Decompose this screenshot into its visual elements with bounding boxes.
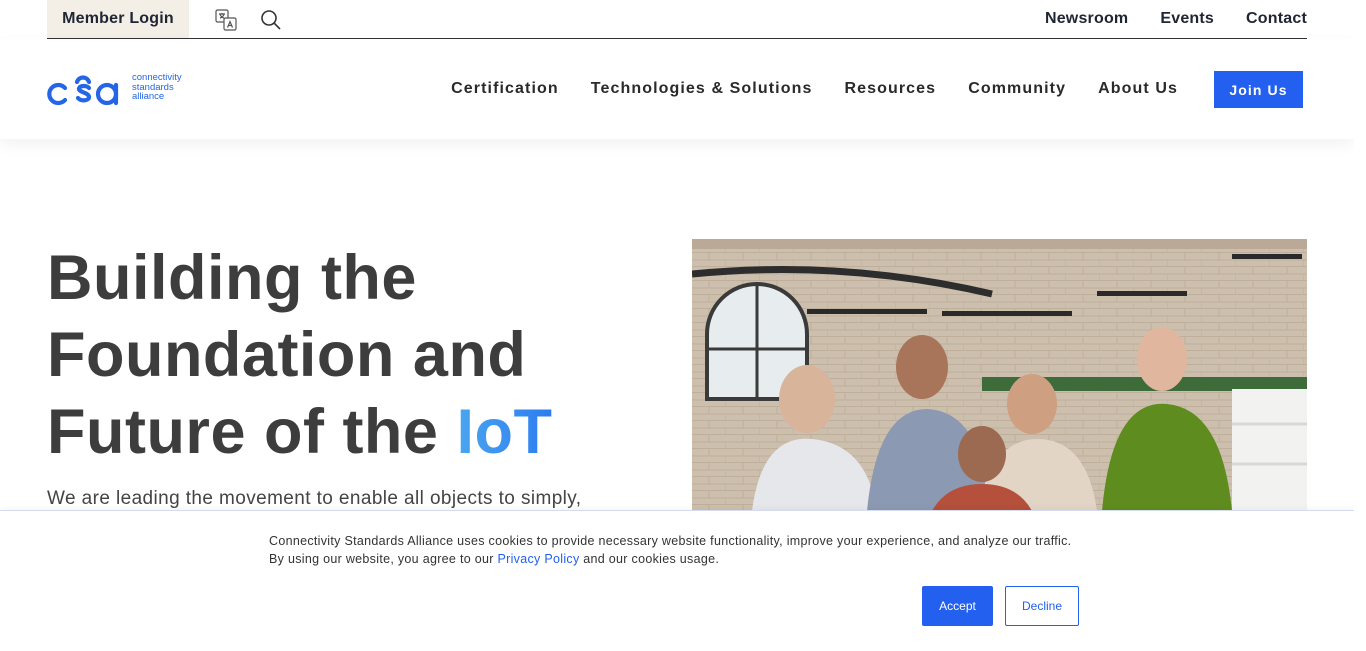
nav-about-us[interactable]: About Us (1098, 80, 1178, 98)
scrollbar[interactable] (1354, 0, 1366, 651)
privacy-policy-link[interactable]: Privacy Policy (498, 552, 580, 566)
utility-bar: Member Login Newsroom Events Contact (47, 0, 1307, 39)
hero-subtitle: We are leading the movement to enable al… (47, 488, 582, 509)
nav-resources[interactable]: Resources (844, 80, 936, 98)
cookie-banner: Connectivity Standards Alliance uses coo… (0, 510, 1354, 651)
main-navbar: connectivity standards alliance Certific… (0, 39, 1354, 139)
translate-icon[interactable] (214, 8, 238, 32)
accept-cookies-button[interactable]: Accept (922, 586, 993, 626)
top-links: Newsroom Events Contact (1013, 0, 1307, 38)
hero-title: Building the Foundation and Future of th… (47, 243, 553, 467)
events-link[interactable]: Events (1160, 10, 1214, 28)
newsroom-link[interactable]: Newsroom (1045, 10, 1128, 28)
nav-certification[interactable]: Certification (451, 80, 559, 98)
nav-technologies-solutions[interactable]: Technologies & Solutions (591, 80, 813, 98)
hero-title-accent: IoT (456, 397, 553, 467)
primary-nav: Certification Technologies & Solutions R… (419, 71, 1178, 107)
member-login-button[interactable]: Member Login (47, 0, 189, 38)
nav-community[interactable]: Community (968, 80, 1066, 98)
contact-link[interactable]: Contact (1246, 10, 1307, 28)
csa-logo[interactable]: connectivity standards alliance (47, 70, 192, 110)
search-icon[interactable] (259, 8, 283, 32)
hero-team-photo (692, 239, 1307, 511)
cookie-message: Connectivity Standards Alliance uses coo… (269, 534, 1072, 566)
logo-wordmark: connectivity standards alliance (132, 72, 182, 102)
decline-cookies-button[interactable]: Decline (1005, 586, 1079, 626)
join-us-button[interactable]: Join Us (1214, 71, 1303, 108)
